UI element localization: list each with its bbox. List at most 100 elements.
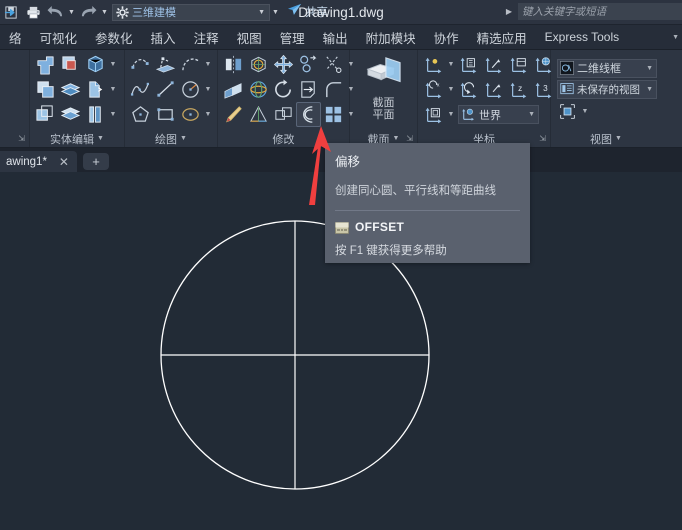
copy-icon[interactable] <box>296 52 321 77</box>
slice-icon[interactable] <box>58 77 83 102</box>
ucs-z-axis-icon[interactable]: z <box>506 77 531 102</box>
ribbon-tab-5[interactable]: 视图 <box>228 25 271 50</box>
3d-move-icon[interactable] <box>271 52 296 77</box>
trim-icon[interactable] <box>321 52 346 77</box>
coord-caret-3[interactable]: ▼ <box>446 102 456 127</box>
ribbon-tab-2[interactable]: 参数化 <box>86 25 142 50</box>
3d-rotate-icon[interactable] <box>246 77 271 102</box>
fillet-icon[interactable] <box>321 77 346 102</box>
named-view-combo[interactable]: 未保存的视图 ▼ <box>557 79 657 99</box>
coord-caret-2[interactable]: ▼ <box>446 77 456 102</box>
rectangle-icon[interactable] <box>153 102 178 127</box>
solid-edit-caret-3[interactable]: ▼ <box>108 102 118 127</box>
document-tab-active[interactable]: awing1* ✕ <box>0 151 77 172</box>
ucs-view-icon[interactable] <box>506 52 531 77</box>
named-view-caret-icon[interactable]: ▼ <box>646 86 653 93</box>
solid-edit-col: ▼ ▼ ▼ <box>33 52 118 127</box>
ribbon-tab-8[interactable]: 附加模块 <box>357 25 425 50</box>
ucs-origin-icon[interactable] <box>421 52 446 77</box>
panel-caret-icon-view[interactable]: ▼ <box>615 135 622 142</box>
redo-icon[interactable] <box>77 1 99 23</box>
mirror-icon[interactable] <box>221 52 246 77</box>
viewport-config-icon[interactable] <box>555 99 580 124</box>
ellipse-icon[interactable] <box>178 102 203 127</box>
panel-dialog-launcher-icon[interactable]: ⇲ <box>18 134 25 143</box>
search-area[interactable]: ▶ 键入关键字或短语 <box>506 3 682 20</box>
array-rect-icon[interactable] <box>271 102 296 127</box>
polygon-icon[interactable] <box>128 102 153 127</box>
panel-caret-icon-draw[interactable]: ▼ <box>180 135 187 142</box>
ribbon-tab-7[interactable]: 输出 <box>314 25 357 50</box>
ucs-combo-caret-icon[interactable]: ▼ <box>528 111 535 118</box>
ribbon-tab-11[interactable]: Express Tools <box>536 25 628 50</box>
print-icon[interactable] <box>22 1 44 23</box>
viewport-config-caret[interactable]: ▼ <box>580 99 590 124</box>
share-button[interactable]: 共享 <box>287 3 328 21</box>
coordinates-dialog-launcher-icon[interactable]: ⇲ <box>539 134 546 143</box>
offset-icon[interactable] <box>296 102 321 127</box>
shell-icon[interactable] <box>83 102 108 127</box>
close-icon[interactable]: ✕ <box>59 155 69 169</box>
solid-edit-face-icon[interactable] <box>33 102 58 127</box>
ribbon-tab-0[interactable]: 络 <box>0 25 31 50</box>
panel-body-coordinates: ▼ x ▼ z 3 ▼ 世界 ▼ <box>418 50 551 129</box>
search-arrow-icon[interactable]: ▶ <box>506 7 512 16</box>
undo-icon[interactable] <box>44 1 66 23</box>
rotate-icon[interactable] <box>271 77 296 102</box>
3d-scale-icon[interactable] <box>246 102 271 127</box>
ribbon-tab-6[interactable]: 管理 <box>271 25 314 50</box>
ucs-named-icon[interactable] <box>421 102 446 127</box>
ucs-x-rotate-icon[interactable]: x <box>421 77 446 102</box>
polyline-icon[interactable] <box>128 52 153 77</box>
ucs-object-icon[interactable] <box>481 52 506 77</box>
erase-icon[interactable] <box>221 102 246 127</box>
3d-align-icon[interactable] <box>246 52 271 77</box>
solid-edit-caret-2[interactable]: ▼ <box>108 77 118 102</box>
solid-edit-caret-1[interactable]: ▼ <box>108 52 118 77</box>
title-bar: ▼ ▼ 三维建模 ▼ ▼ 共享 Drawing1.dwg ▶ 键入关键字或短语 <box>0 0 682 25</box>
circle-icon[interactable] <box>178 77 203 102</box>
array-icon[interactable] <box>321 102 346 127</box>
ribbon-tab-3[interactable]: 插入 <box>142 25 185 50</box>
intersect-icon[interactable] <box>33 77 58 102</box>
search-input[interactable]: 键入关键字或短语 <box>518 3 682 20</box>
workspace-selector[interactable]: 三维建模 ▼ <box>112 3 270 21</box>
union-icon[interactable] <box>33 52 58 77</box>
subtract-icon[interactable] <box>58 52 83 77</box>
ucs-previous-icon[interactable] <box>456 77 481 102</box>
add-tab-button[interactable]: + <box>82 153 109 170</box>
3d-polyline-icon[interactable] <box>153 52 178 77</box>
coord-caret-1[interactable]: ▼ <box>446 52 456 77</box>
svg-text:x: x <box>436 82 439 88</box>
3d-mirror-icon[interactable] <box>221 77 246 102</box>
visual-style-caret-icon[interactable]: ▼ <box>646 65 653 72</box>
ribbon-tab-9[interactable]: 协作 <box>425 25 468 50</box>
ribbon-tab-1[interactable]: 可视化 <box>31 25 87 50</box>
extend-icon[interactable] <box>296 77 321 102</box>
draw-caret-3[interactable]: ▼ <box>203 102 213 127</box>
spline-icon[interactable] <box>128 77 153 102</box>
ribbon-tabs-overflow-caret[interactable]: ▼ <box>672 34 679 41</box>
save-as-icon[interactable] <box>0 1 22 23</box>
ucs-y-rotate-icon[interactable] <box>481 77 506 102</box>
workspace-more-caret[interactable]: ▼ <box>270 1 281 23</box>
draw-caret-2[interactable]: ▼ <box>203 77 213 102</box>
panel-caret-icon[interactable]: ▼ <box>97 135 104 142</box>
line-icon[interactable] <box>153 77 178 102</box>
3d-move-solid-icon[interactable] <box>83 52 108 77</box>
visual-style-combo[interactable]: 二维线框 ▼ <box>557 58 657 78</box>
ucs-face-icon[interactable] <box>456 52 481 77</box>
ucs-combo[interactable]: 世界 ▼ <box>458 105 539 124</box>
draw-caret-1[interactable]: ▼ <box>203 52 213 77</box>
redo-dropdown-caret[interactable]: ▼ <box>99 1 110 23</box>
section-dialog-launcher-icon[interactable]: ⇲ <box>406 134 413 143</box>
workspace-caret-icon[interactable]: ▼ <box>258 9 265 16</box>
imprint-icon[interactable] <box>83 77 108 102</box>
ribbon-tab-4[interactable]: 注释 <box>185 25 228 50</box>
arc-icon[interactable] <box>178 52 203 77</box>
undo-dropdown-caret[interactable]: ▼ <box>66 1 77 23</box>
thicken-icon[interactable] <box>58 102 83 127</box>
panel-caret-icon-section[interactable]: ▼ <box>393 135 400 142</box>
section-plane-button[interactable]: 截面 平面 <box>355 52 413 128</box>
ribbon-tab-10[interactable]: 精选应用 <box>468 25 536 50</box>
